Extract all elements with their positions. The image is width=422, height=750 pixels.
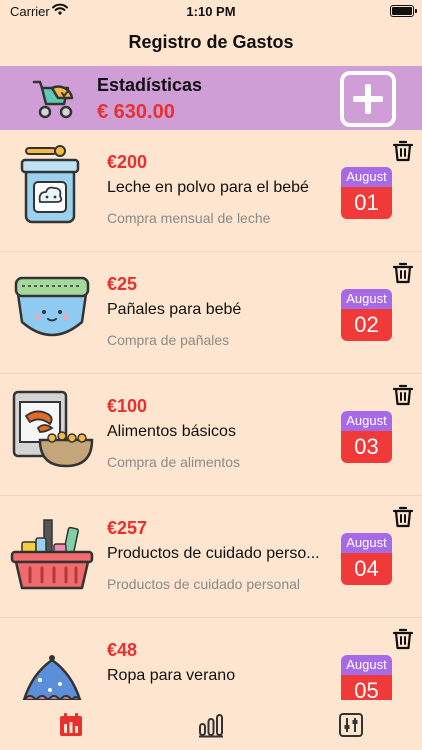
expense-title: Pañales para bebé (107, 301, 242, 318)
expense-row[interactable]: €100 Alimentos básicos Compra de aliment… (0, 374, 422, 496)
date-badge: August 01 (341, 167, 392, 219)
date-badge: August 02 (341, 289, 392, 341)
date-month: August (341, 167, 392, 187)
expense-title: Ropa para verano (107, 667, 236, 684)
milk-powder-icon (20, 145, 80, 224)
expense-row[interactable]: €25 Pañales para bebé Compra de pañales … (0, 252, 422, 374)
expense-amount: €25 (107, 274, 138, 294)
add-expense-button[interactable] (340, 71, 396, 127)
shopping-basket-icon (10, 519, 94, 590)
page-title: Registro de Gastos (128, 32, 294, 52)
date-badge: August 03 (341, 411, 392, 463)
expense-title: Leche en polvo para el bebé (107, 179, 309, 196)
date-month: August (341, 533, 392, 553)
trash-icon[interactable] (391, 139, 415, 163)
calendar-icon[interactable] (58, 712, 84, 738)
date-day: 03 (341, 431, 392, 463)
expense-row[interactable]: €257 Productos de cuidado perso... Produ… (0, 496, 422, 618)
stats-header: Estadísticas € 630.00 (0, 66, 422, 130)
bar-chart-icon[interactable] (198, 712, 224, 738)
diaper-icon (14, 276, 90, 337)
status-time: 1:10 PM (186, 4, 236, 19)
date-day: 04 (341, 553, 392, 585)
date-badge: August 05 (341, 655, 392, 700)
expense-amount: €100 (107, 396, 148, 416)
expense-title: Productos de cuidado perso... (107, 545, 320, 562)
expense-row[interactable]: €200 Leche en polvo para el bebé Compra … (0, 130, 422, 252)
expense-title: Alimentos básicos (107, 423, 236, 440)
expense-amount: €257 (107, 518, 148, 538)
status-bar: Carrier 1:10 PM (0, 0, 422, 24)
date-day: 02 (341, 309, 392, 341)
tab-bar (0, 700, 422, 750)
date-day: 05 (341, 675, 392, 700)
stats-title: Estadísticas (97, 75, 203, 95)
trash-icon[interactable] (391, 261, 415, 285)
expense-row[interactable]: €48 Ropa para verano August 05 (0, 618, 422, 700)
trash-icon[interactable] (391, 627, 415, 651)
expense-note: Productos de cuidado personal (107, 576, 301, 592)
date-day: 01 (341, 187, 392, 219)
expense-note: Compra mensual de leche (107, 210, 271, 226)
date-month: August (341, 411, 392, 431)
battery-icon (390, 5, 417, 17)
stroller-icon (32, 80, 74, 119)
expense-list[interactable]: €200 Leche en polvo para el bebé Compra … (0, 130, 422, 700)
date-month: August (341, 289, 392, 309)
food-icon (12, 390, 94, 468)
trash-icon[interactable] (391, 505, 415, 529)
date-month: August (341, 655, 392, 675)
expense-amount: €48 (107, 640, 138, 660)
baby-clothes-icon (22, 655, 82, 700)
stats-total: € 630.00 (97, 101, 175, 123)
trash-icon[interactable] (391, 383, 415, 407)
date-badge: August 04 (341, 533, 392, 585)
expense-amount: €200 (107, 152, 148, 172)
sliders-icon[interactable] (338, 712, 364, 738)
expense-note: Compra de pañales (107, 332, 230, 348)
expense-note: Compra de alimentos (107, 454, 241, 470)
